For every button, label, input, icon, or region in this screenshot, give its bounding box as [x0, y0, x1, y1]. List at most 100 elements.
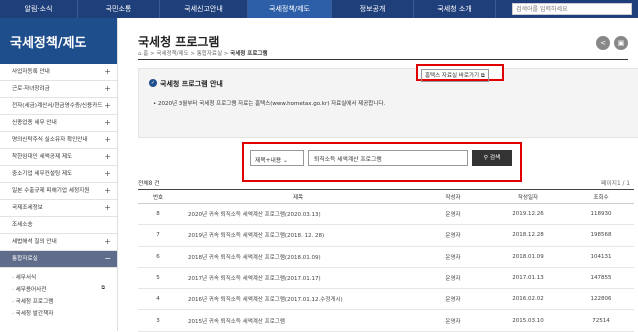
sidebar-item[interactable]: 전자(세금)계산서/현금영수증/신용카드 +	[0, 98, 117, 115]
col-date: 작성일자	[488, 189, 568, 204]
col-views: 조회수	[568, 189, 634, 204]
top-navigation: 알림·소식 국민소통 국세신고안내 국세정책/제도 정보공개 국세청 소개	[0, 0, 638, 18]
row-number: 5	[138, 267, 178, 290]
nav-communication[interactable]: 국민소통	[78, 0, 160, 18]
sidebar-subitem[interactable]: · 국세청 발간책자	[0, 307, 117, 319]
notice-text-body: 2020년 3월부터 국세청 프로그램 자료는 홈택스(www.hometax.…	[158, 101, 386, 107]
row-number: 6	[138, 246, 178, 268]
sidebar-subitem[interactable]: · 세무용어사전 ⧉	[0, 283, 117, 295]
keyword-input[interactable]	[308, 150, 468, 166]
sidebar-item[interactable]: 조세소송	[0, 217, 117, 234]
breadcrumb-item[interactable]: 국세정책/제도	[156, 51, 188, 57]
sidebar-item[interactable]: 사업자등록 안내 +	[0, 64, 117, 81]
sidebar-item[interactable]: 근로·자녀장려금 +	[0, 81, 117, 98]
row-views: 72514	[568, 309, 634, 332]
row-views: 122806	[568, 288, 634, 311]
row-number: 8	[138, 203, 178, 226]
nav-notice[interactable]: 알림·소식	[0, 0, 78, 18]
nav-tax-filing[interactable]: 국세신고안내	[160, 0, 248, 18]
sidebar-item[interactable]: 세법해석 질의 안내 +	[0, 234, 117, 251]
row-date: 2018.12.28	[488, 224, 568, 247]
nav-tax-policy[interactable]: 국세정책/제도	[248, 0, 332, 18]
sidebar-item[interactable]: 국제조세정보 +	[0, 200, 117, 217]
sidebar-subitem-label: 국세청 프로그램	[15, 299, 54, 305]
col-number: 번호	[138, 189, 178, 204]
row-views: 198568	[568, 224, 634, 247]
row-date: 2018.01.09	[488, 246, 568, 268]
sidebar-item[interactable]: 일본 수출규제 피해기업 세정지원 +	[0, 183, 117, 200]
row-title-link[interactable]: 2019년 귀속 퇴직소득 세액계산 프로그램(2018. 12. 28)	[178, 224, 418, 247]
sidebar-subitem-label: 국세청 발간책자	[15, 311, 54, 317]
breadcrumb: ⌂ 홈 > 국세정책/제도 > 통합자료실 > 국세청 프로그램	[138, 51, 268, 57]
notice-text: • 2020년 3월부터 국세청 프로그램 자료는 홈택스(www.hometa…	[153, 101, 386, 107]
plus-icon[interactable]: +	[104, 68, 111, 76]
sidebar-item[interactable]: 착한임대인 세액공제 제도 +	[0, 149, 117, 166]
plus-icon[interactable]: +	[104, 85, 111, 93]
sidebar-item-label: 전자(세금)계산서/현금영수증/신용카드	[12, 103, 103, 109]
sidebar-title: 국세정책/제도	[0, 18, 117, 64]
table-row: 7 2019년 귀속 퇴직소득 세액계산 프로그램(2018. 12. 28) 운영…	[138, 224, 634, 247]
sidebar-item-active[interactable]: 통합자료실 −	[0, 251, 117, 268]
sidebar-item[interactable]: 신종업종 세무 안내 +	[0, 115, 117, 132]
nav-disclosure[interactable]: 정보공개	[332, 0, 414, 18]
row-title-link[interactable]: 2020년 귀속 퇴직소득 세액계산 프로그램(2020.03.13)	[178, 203, 418, 226]
plus-icon[interactable]: +	[104, 136, 111, 144]
sidebar-item-label: 일본 수출규제 피해기업 세정지원	[12, 188, 90, 194]
plus-icon[interactable]: +	[104, 204, 111, 212]
home-icon[interactable]: ⌂	[138, 51, 142, 57]
print-icon[interactable]: ▣	[614, 36, 628, 50]
nav-about[interactable]: 국세청 소개	[414, 0, 496, 18]
check-icon: ✓	[149, 79, 157, 87]
table-row: 6 2018년 귀속 퇴직소득 세액계산 프로그램(2018.01.09) 운영자 2…	[138, 246, 634, 268]
row-author: 운영자	[418, 309, 488, 332]
plus-icon[interactable]: +	[104, 187, 111, 195]
search-input[interactable]	[512, 3, 632, 15]
sidebar-item-label: 착한임대인 세액공제 제도	[12, 154, 73, 160]
plus-icon[interactable]: +	[104, 238, 111, 246]
row-title-link[interactable]: 2018년 귀속 퇴직소득 세액계산 프로그램(2018.01.09)	[178, 246, 418, 268]
table-row: 3 2015년 귀속 퇴직소득 세액계산 프로그램 운영자 2015.03.10 725…	[138, 309, 634, 332]
row-title-link[interactable]: 2016년 귀속 퇴직소득 세액계산 프로그램(2017.01.12.수정게시)	[178, 288, 418, 311]
sidebar-item-label: 사업자등록 안내	[12, 69, 50, 75]
sidebar-item[interactable]: 중소기업 세무컨설팅 제도 +	[0, 166, 117, 183]
share-icon[interactable]: <	[596, 36, 610, 50]
hometax-link-button[interactable]: 홈택스 자료실 바로가기 ⧉	[416, 64, 504, 82]
row-date: 2016.02.02	[488, 288, 568, 311]
minus-icon[interactable]: −	[104, 255, 111, 263]
row-author: 운영자	[418, 246, 488, 268]
search-button-label: 검색	[489, 155, 501, 161]
row-title-link[interactable]: 2015년 귀속 퇴직소득 세액계산 프로그램	[178, 309, 418, 332]
row-date: 2017.01.13	[488, 267, 568, 290]
program-table: 번호 제목 작성자 작성일자 조회수 8 2020년 귀속 퇴직소득 세액계산 프…	[138, 189, 634, 332]
plus-icon[interactable]: +	[104, 102, 111, 110]
plus-icon[interactable]: +	[104, 153, 111, 161]
breadcrumb-home[interactable]: 홈	[143, 51, 148, 57]
col-title: 제목	[178, 189, 418, 204]
col-author: 작성자	[418, 189, 488, 204]
row-author: 운영자	[418, 267, 488, 290]
page-info: 페이지1 / 1	[600, 181, 630, 187]
sidebar-subitem-label: 세무서식	[15, 275, 37, 281]
sidebar-subitem[interactable]: · 국세청 프로그램	[0, 295, 117, 307]
sidebar-subitem[interactable]: · 세무서식	[0, 271, 117, 283]
sidebar-item[interactable]: 명의신탁주식 실소유자 확인안내 +	[0, 132, 117, 149]
notice-box: ✓ 국세청 프로그램 안내 • 2020년 3월부터 국세청 프로그램 자료는 …	[138, 68, 638, 138]
sidebar-item-label: 신종업종 세무 안내	[12, 120, 57, 126]
sidebar-item-label: 근로·자녀장려금	[12, 86, 50, 92]
external-link-icon: ⧉	[101, 285, 105, 291]
main-content: 국세청 프로그램 ⌂ 홈 > 국세정책/제도 > 통합자료실 > 국세청 프로그…	[126, 18, 638, 332]
search-field-select[interactable]: 제목+내용 ⌄	[250, 150, 304, 166]
table-row: 4 2016년 귀속 퇴직소득 세액계산 프로그램(2017.01.12.수정게시…	[138, 288, 634, 311]
plus-icon[interactable]: +	[104, 170, 111, 178]
row-date: 2019.12.26	[488, 203, 568, 226]
sidebar-item-label: 세법해석 질의 안내	[12, 239, 57, 245]
title-divider	[138, 59, 628, 60]
table-row: 8 2020년 귀속 퇴직소득 세액계산 프로그램(2020.03.13) 운영자 2…	[138, 203, 634, 226]
breadcrumb-current: 국세청 프로그램	[230, 51, 268, 57]
row-views: 104131	[568, 246, 634, 268]
page-title: 국세청 프로그램	[138, 35, 220, 49]
plus-icon[interactable]: +	[104, 119, 111, 127]
breadcrumb-item[interactable]: 통합자료실	[197, 51, 222, 57]
row-title-link[interactable]: 2017년 귀속 퇴직소득 세액계산 프로그램(2017.01.17)	[178, 267, 418, 290]
search-button[interactable]: ⚲ 검색	[472, 150, 512, 166]
